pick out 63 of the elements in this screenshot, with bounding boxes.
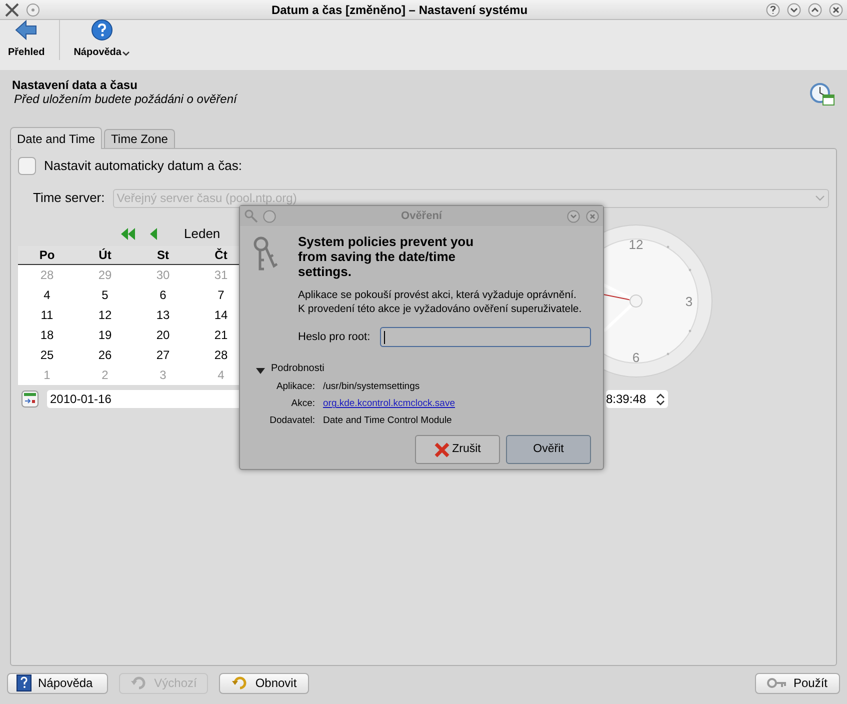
minimize-icon[interactable] xyxy=(787,2,801,16)
footer-button[interactable]: Použít xyxy=(755,672,840,694)
field-label: Time server: xyxy=(33,189,105,208)
toolbar-button[interactable]: Přehled xyxy=(6,19,47,60)
cross-icon xyxy=(434,442,450,458)
field-label: Heslo pro root: xyxy=(298,330,372,345)
dialog-message: Aplikace se pokouší provést akci, která vyžaduje oprávnění. xyxy=(298,288,578,302)
day-cell[interactable]: 12 xyxy=(76,306,134,324)
day-cell[interactable]: 19 xyxy=(76,326,134,344)
day-cell[interactable]: 18 xyxy=(18,326,76,344)
footer-button[interactable]: Nápověda xyxy=(7,672,108,694)
weekday-label: Čt xyxy=(214,247,228,264)
day-cell[interactable]: 11 xyxy=(18,306,76,324)
day-cell[interactable]: 13 xyxy=(134,306,192,324)
day-cell[interactable]: 4 xyxy=(18,286,76,304)
toolbar-button[interactable]: Nápověda xyxy=(72,19,132,60)
back-arrow-icon xyxy=(14,19,38,41)
day-cell[interactable]: 25 xyxy=(18,346,76,364)
pin-icon[interactable] xyxy=(26,2,40,16)
day-cell[interactable]: 5 xyxy=(76,286,134,304)
clock-numeral: 3 xyxy=(685,294,693,309)
clock-numeral: 6 xyxy=(632,350,640,365)
help-icon[interactable] xyxy=(766,2,780,16)
weekday-label: Po xyxy=(38,247,56,264)
tab[interactable]: Date and Time xyxy=(10,127,102,149)
dialog-heading: System policies prevent you from saving the date/time settings. xyxy=(298,234,475,279)
arrow-left-icon[interactable] xyxy=(148,227,158,241)
dialog-button[interactable]: Zrušit xyxy=(415,435,500,464)
help-icon xyxy=(91,19,114,41)
spin-arrows-icon[interactable] xyxy=(656,392,665,406)
detail-label: Dodavatel: xyxy=(268,414,316,428)
detail-value: Date and Time Control Module xyxy=(323,414,452,428)
tab[interactable]: Time Zone xyxy=(104,129,175,148)
clock-calendar-icon xyxy=(809,82,835,106)
checkbox[interactable] xyxy=(18,157,36,175)
checkbox-label: Nastavit automaticky datum a čas: xyxy=(44,157,242,176)
dropdown-caret-icon xyxy=(122,51,130,57)
month-button[interactable]: Leden xyxy=(184,224,220,244)
weekday-label: Út xyxy=(98,247,112,264)
double-arrow-left-icon[interactable] xyxy=(120,227,136,241)
time-field[interactable]: 8:39:48 xyxy=(606,390,668,408)
clock-numeral: 12 xyxy=(628,237,644,252)
close-icon[interactable] xyxy=(829,2,843,16)
weekday-label: St xyxy=(156,247,170,264)
day-cell[interactable]: 26 xyxy=(76,346,134,364)
dialog-title: Ověření xyxy=(400,208,444,224)
disclosure-triangle-icon xyxy=(256,368,265,374)
window-title: Datum a čas [změněno] – Nastavení systému xyxy=(270,2,529,18)
day-cell[interactable]: 6 xyxy=(134,286,192,304)
calendar-icon[interactable] xyxy=(21,390,39,408)
section-title: Nastavení data a času xyxy=(12,78,138,92)
pin-icon[interactable] xyxy=(263,210,276,222)
help-book-icon xyxy=(16,674,32,692)
password-field[interactable] xyxy=(380,327,591,347)
dialog-button[interactable]: Ověřit xyxy=(506,435,591,464)
dropdown-caret-icon xyxy=(815,195,825,201)
day-cell[interactable]: 27 xyxy=(134,346,192,364)
section-subtitle: Před uložením budete požádáni o ověření xyxy=(14,92,239,107)
dialog-message: K provedení této akce je vyžadováno ověření superuživatele. xyxy=(298,302,583,316)
details-toggle[interactable]: Podrobnosti xyxy=(256,361,595,376)
day-cell[interactable]: 20 xyxy=(134,326,192,344)
maximize-icon[interactable] xyxy=(808,2,822,16)
footer-button[interactable]: Obnovit xyxy=(219,672,309,694)
